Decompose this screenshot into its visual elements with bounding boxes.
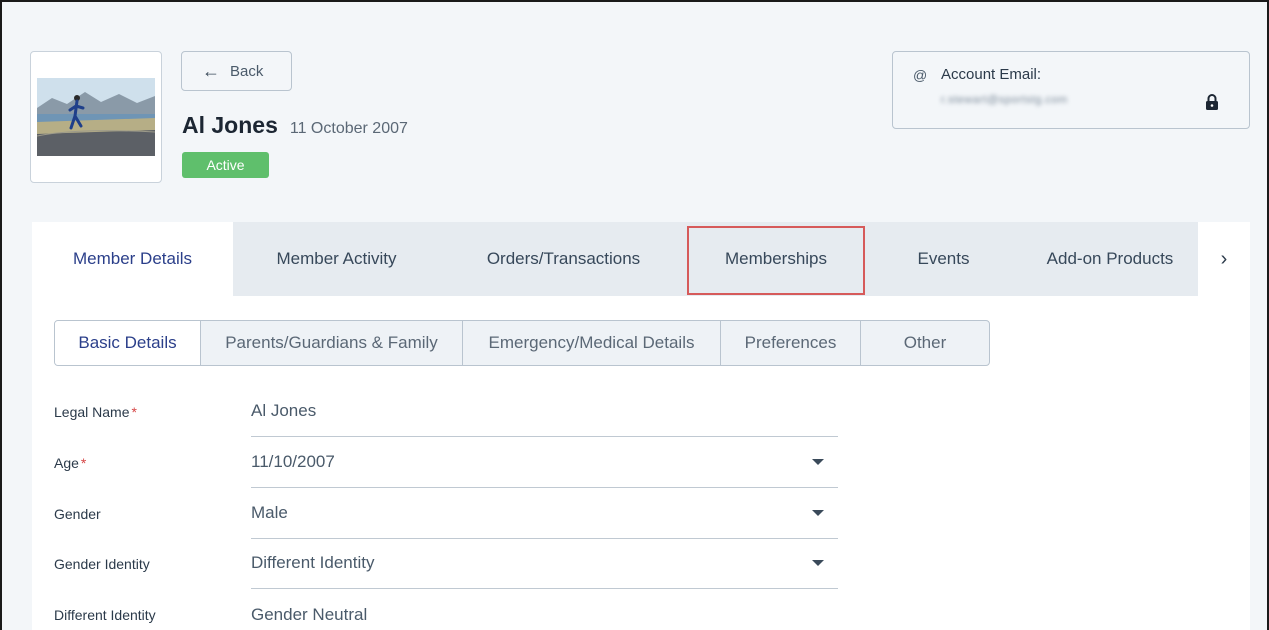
member-heading: Al Jones 11 October 2007: [182, 112, 408, 139]
account-email-label: Account Email:: [941, 66, 1042, 83]
profile-photo: [37, 78, 155, 156]
different-identity-input[interactable]: Gender Neutral: [251, 589, 838, 630]
member-profile-page: ← Back Al Jones 11 October 2007 Active @…: [0, 0, 1269, 630]
chevron-right-icon[interactable]: ›: [1198, 222, 1250, 296]
arrow-left-icon: ←: [202, 61, 220, 81]
member-name: Al Jones: [182, 112, 278, 138]
field-value: Male: [251, 503, 288, 522]
legal-name-input[interactable]: Al Jones: [251, 386, 838, 437]
caret-down-icon: [812, 510, 824, 516]
member-dob: 11 October 2007: [289, 120, 408, 137]
field-legal-name: Legal Name * Al Jones: [54, 386, 838, 437]
subtab-other[interactable]: Other: [861, 321, 989, 365]
field-value: Al Jones: [251, 401, 317, 420]
field-label: Gender: [54, 506, 251, 522]
field-label: Age *: [54, 455, 251, 471]
field-value: Gender Neutral: [251, 604, 368, 624]
field-different-identity: Different Identity Gender Neutral: [54, 589, 838, 630]
field-label-text: Gender: [54, 505, 101, 522]
field-label: Legal Name *: [54, 404, 251, 420]
subtab-preferences[interactable]: Preferences: [721, 321, 861, 365]
tab-member-activity[interactable]: Member Activity: [233, 222, 440, 296]
field-label-text: Legal Name: [54, 403, 130, 420]
gender-identity-select[interactable]: Different Identity: [251, 538, 838, 589]
at-icon: @: [913, 67, 928, 83]
gender-select[interactable]: Male: [251, 488, 838, 539]
field-label-text: Age: [54, 454, 79, 471]
field-label-text: Different Identity: [54, 606, 156, 623]
tab-label: Events: [917, 249, 970, 268]
tab-label: Member Details: [72, 249, 193, 268]
subtab-parents-guardians[interactable]: Parents/Guardians & Family: [201, 321, 463, 365]
account-email-value: r.stewart@sportstg.com: [941, 94, 1068, 106]
back-button-label: Back: [230, 62, 264, 80]
tab-memberships[interactable]: Memberships: [687, 222, 865, 296]
age-select[interactable]: 11/10/2007: [251, 437, 838, 488]
tab-label: Add-on Products: [1046, 249, 1174, 268]
tab-label: Orders/Transactions: [486, 249, 641, 268]
tab-add-on-products[interactable]: Add-on Products: [1022, 222, 1198, 296]
field-gender: Gender Male: [54, 488, 838, 539]
field-age: Age * 11/10/2007: [54, 437, 838, 488]
tab-member-details[interactable]: Member Details: [32, 222, 233, 296]
field-value: 11/10/2007: [251, 452, 335, 471]
main-tabs: Member Details Member Activity Orders/Tr…: [32, 222, 1250, 296]
back-button[interactable]: ← Back: [181, 51, 292, 91]
field-label: Gender Identity: [54, 556, 251, 572]
field-gender-identity: Gender Identity Different Identity: [54, 538, 838, 589]
caret-down-icon: [812, 459, 824, 465]
tab-orders-transactions[interactable]: Orders/Transactions: [440, 222, 687, 296]
field-label-text: Gender Identity: [54, 555, 150, 572]
status-badge: Active: [182, 152, 269, 178]
field-label: Different Identity: [54, 607, 251, 623]
tab-label: Memberships: [724, 249, 828, 268]
profile-photo-card[interactable]: [30, 51, 162, 183]
tab-label: Member Activity: [276, 249, 397, 268]
required-marker: *: [131, 403, 137, 420]
sub-tabs: Basic Details Parents/Guardians & Family…: [54, 320, 990, 366]
tab-events[interactable]: Events: [865, 222, 1022, 296]
account-email-card: @ Account Email: r.stewart@sportstg.com: [892, 51, 1250, 129]
caret-down-icon: [812, 560, 824, 566]
subtab-basic-details[interactable]: Basic Details: [55, 321, 201, 365]
subtab-emergency-medical[interactable]: Emergency/Medical Details: [463, 321, 721, 365]
member-details-panel: Basic Details Parents/Guardians & Family…: [32, 296, 1250, 630]
lock-icon: [1206, 94, 1218, 110]
required-marker: *: [80, 454, 87, 471]
field-value: Different Identity: [251, 553, 375, 572]
